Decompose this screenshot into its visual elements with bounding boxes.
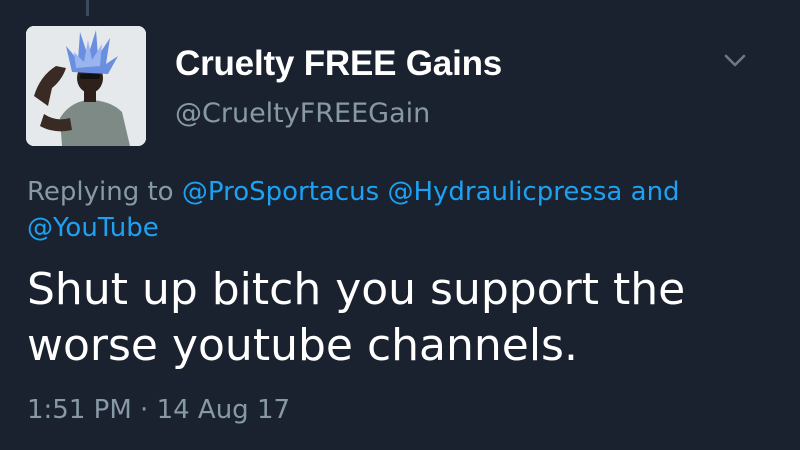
chevron-down-icon[interactable] bbox=[722, 50, 748, 70]
replying-to-label: Replying to bbox=[27, 177, 174, 207]
mention-link[interactable]: @YouTube bbox=[27, 213, 159, 243]
tweet-timestamp[interactable]: 1:51 PM · 14 Aug 17 bbox=[27, 395, 290, 425]
tweet-text-line: worse youtube channels. bbox=[27, 320, 578, 371]
display-name[interactable]: Cruelty FREE Gains bbox=[175, 44, 502, 84]
user-handle[interactable]: @CrueltyFREEGain bbox=[175, 98, 430, 129]
tweet-text: Shut up bitch you support the worse yout… bbox=[27, 262, 787, 374]
replying-to-line: Replying to @ProSportacus @Hydraulicpres… bbox=[27, 174, 767, 246]
mention-joiner[interactable]: and bbox=[631, 177, 680, 207]
thread-connector-line bbox=[86, 0, 89, 16]
tweet-date: 14 Aug 17 bbox=[156, 395, 291, 425]
avatar-image bbox=[26, 26, 146, 146]
mention-link[interactable]: @Hydraulicpressa bbox=[387, 177, 622, 207]
tweet-time: 1:51 PM bbox=[27, 395, 132, 425]
timestamp-separator: · bbox=[140, 395, 149, 425]
tweet-text-line: Shut up bitch you support the bbox=[27, 264, 686, 315]
avatar[interactable] bbox=[26, 26, 146, 146]
mention-link[interactable]: @ProSportacus bbox=[182, 177, 379, 207]
